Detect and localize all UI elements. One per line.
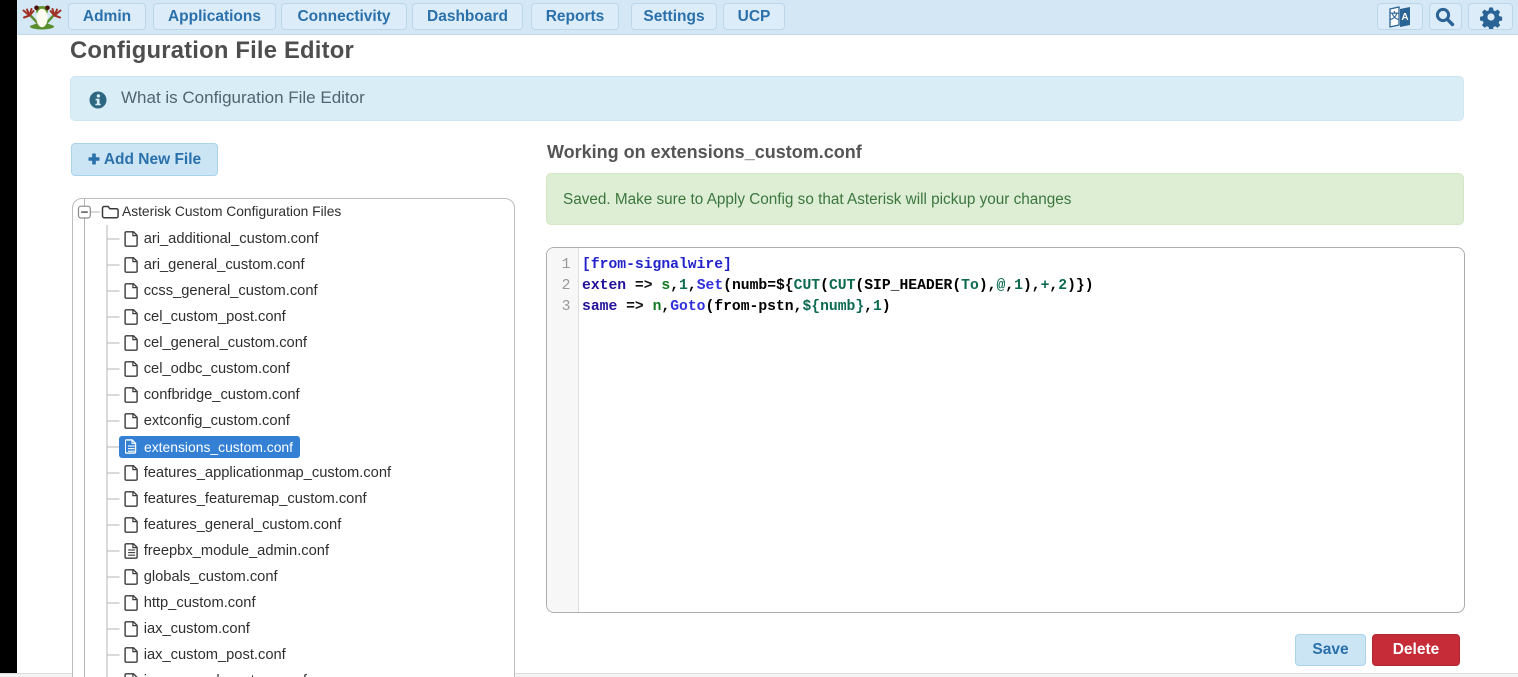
svg-text:文: 文 [1389,10,1400,21]
svg-text:A: A [1401,12,1408,23]
